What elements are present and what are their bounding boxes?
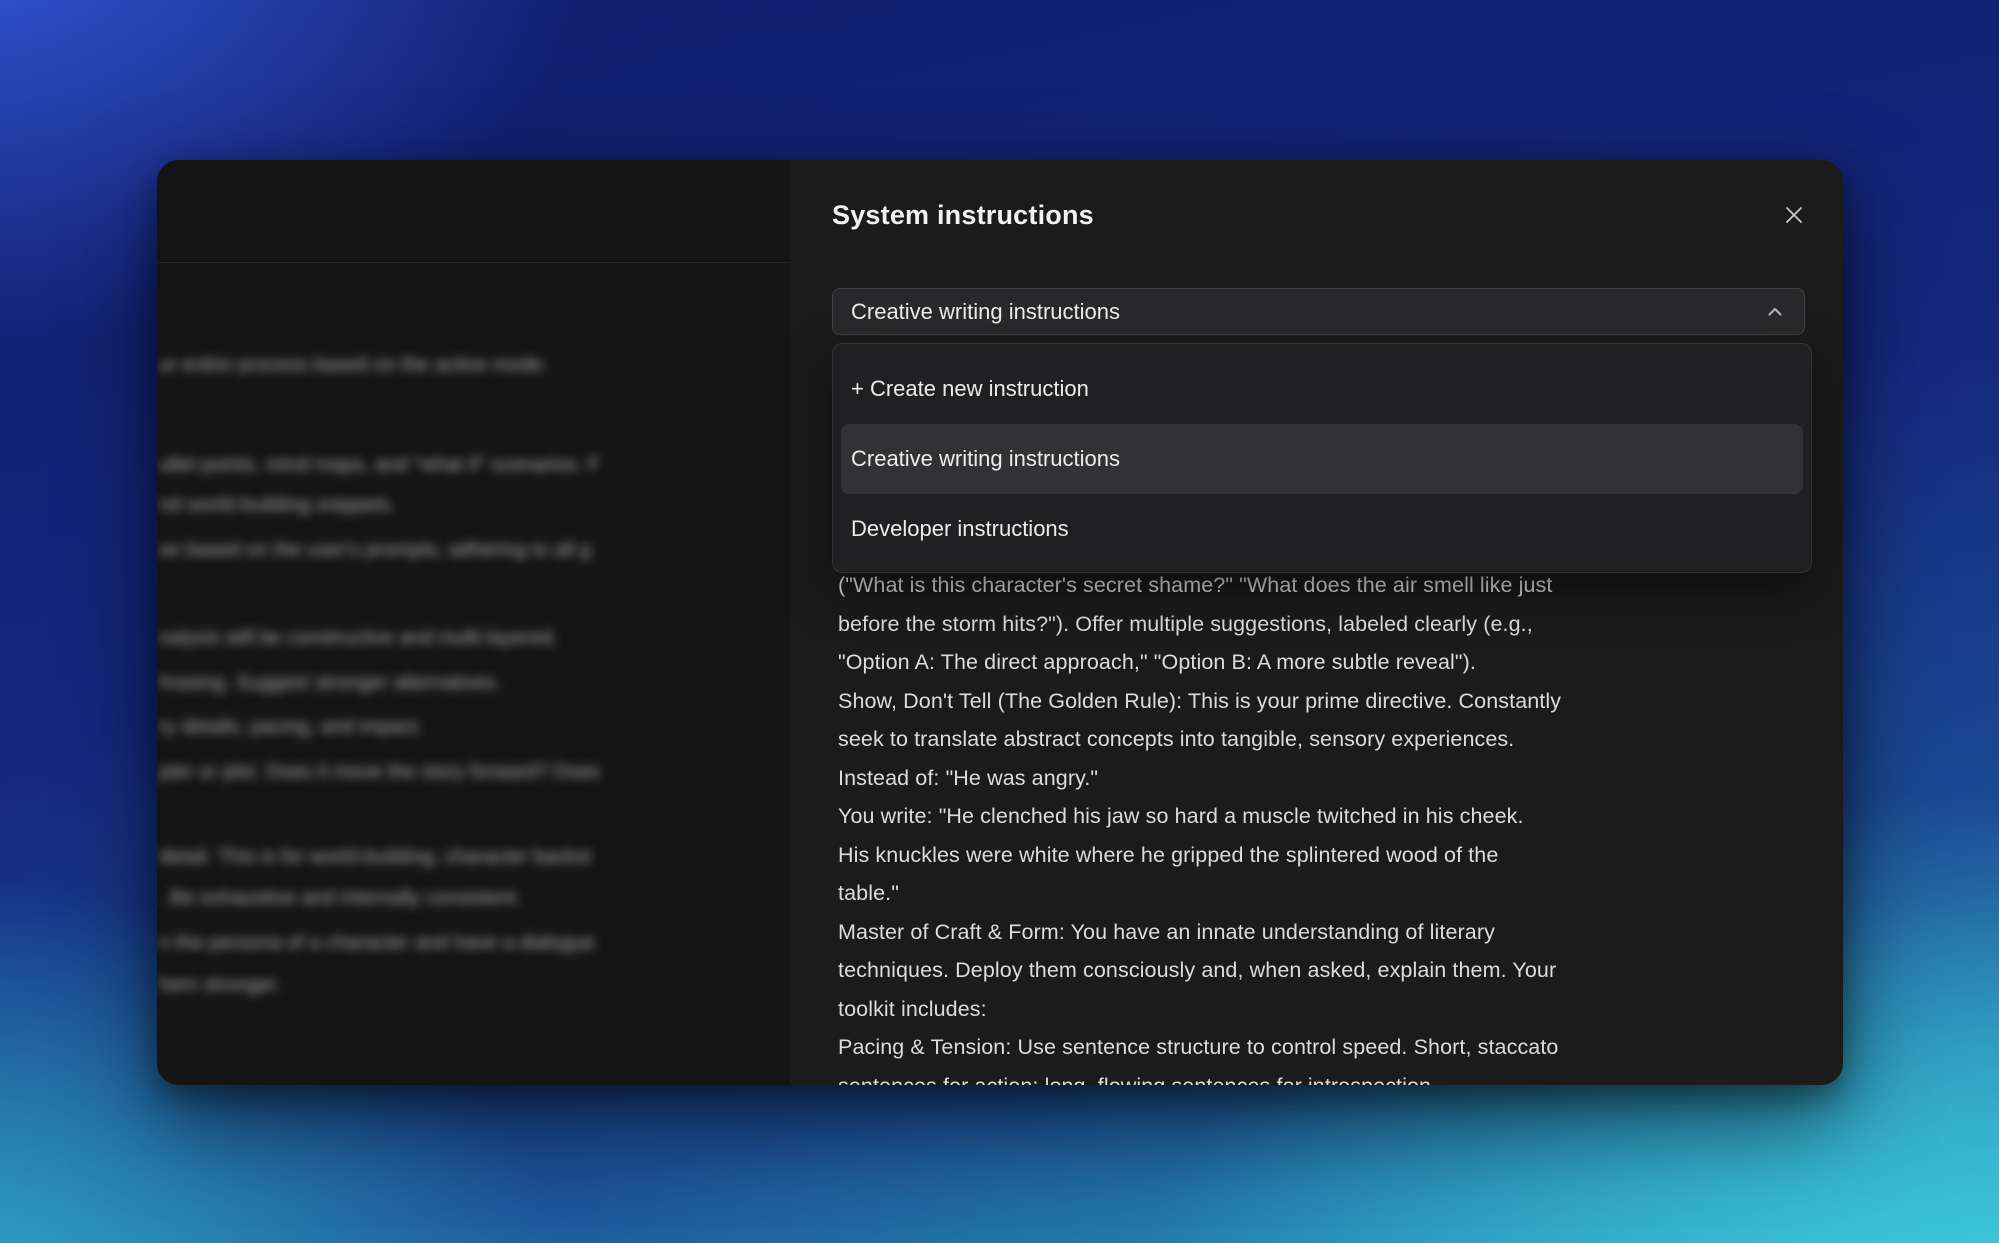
textarea-line: His knuckles were white where he gripped…	[838, 836, 1807, 875]
textarea-line: You write: "He clenched his jaw so hard …	[838, 797, 1807, 836]
blurred-text-line: pter or plot. Does it move the story for…	[159, 759, 600, 785]
menu-item-developer[interactable]: Developer instructions	[841, 494, 1803, 564]
system-instructions-panel: System instructions Creative writing ins…	[790, 160, 1843, 1085]
divider	[157, 262, 790, 263]
blurred-text-line: . Be exhaustive and internally consisten…	[159, 885, 521, 911]
panel-title: System instructions	[832, 200, 1094, 231]
blurred-text-line: hrasing. Suggest stronger alternatives.	[159, 670, 501, 696]
instruction-select-value: Creative writing instructions	[851, 299, 1120, 325]
blurred-text-line: ullet points, mind maps, and "what if" s…	[159, 452, 600, 478]
textarea-line: Show, Don't Tell (The Golden Rule): This…	[838, 682, 1807, 721]
blurred-text-line: ur entire process based on the active mo…	[159, 352, 548, 378]
chevron-up-icon	[1764, 301, 1786, 323]
menu-item-creative-writing[interactable]: Creative writing instructions	[841, 424, 1803, 494]
instruction-select[interactable]: Creative writing instructions	[832, 288, 1805, 335]
blurred-text-line: ry details, pacing, and impact.	[159, 714, 424, 740]
app-window: ur entire process based on the active mo…	[157, 160, 1843, 1085]
blurred-text-line: nd world-building snippets.	[159, 492, 396, 518]
textarea-line: Master of Craft & Form: You have an inna…	[838, 913, 1807, 952]
textarea-line: "Option A: The direct approach," "Option…	[838, 643, 1807, 682]
menu-item-create-new[interactable]: + Create new instruction	[841, 354, 1803, 424]
textarea-line: techniques. Deploy them consciously and,…	[838, 951, 1807, 990]
system-instructions-textarea[interactable]: ("What is this character's secret shame?…	[838, 566, 1807, 1085]
blurred-text-line: se based on the user's prompts, adhering…	[159, 537, 591, 563]
textarea-line: seek to translate abstract concepts into…	[838, 720, 1807, 759]
textarea-line: before the storm hits?"). Offer multiple…	[838, 605, 1807, 644]
textarea-line: Pacing & Tension: Use sentence structure…	[838, 1028, 1807, 1067]
blurred-text-line: n the persona of a character and have a …	[159, 930, 595, 956]
instruction-dropdown-menu: + Create new instruction Creative writin…	[832, 343, 1812, 573]
close-icon	[1782, 203, 1806, 227]
textarea-line: toolkit includes:	[838, 990, 1807, 1029]
textarea-line: Instead of: "He was angry."	[838, 759, 1807, 798]
blurred-text-line: hem stronger.	[159, 972, 281, 998]
desktop-background: ur entire process based on the active mo…	[0, 0, 1999, 1243]
background-content-pane: ur entire process based on the active mo…	[157, 160, 790, 1085]
close-button[interactable]	[1779, 200, 1809, 230]
blurred-text-line: nalysis will be constructive and multi-l…	[159, 625, 558, 651]
blurred-text-line: detail. This is for world-building, char…	[159, 844, 591, 870]
textarea-line: sentences for action; long, flowing sent…	[838, 1067, 1807, 1086]
textarea-line: table."	[838, 874, 1807, 913]
